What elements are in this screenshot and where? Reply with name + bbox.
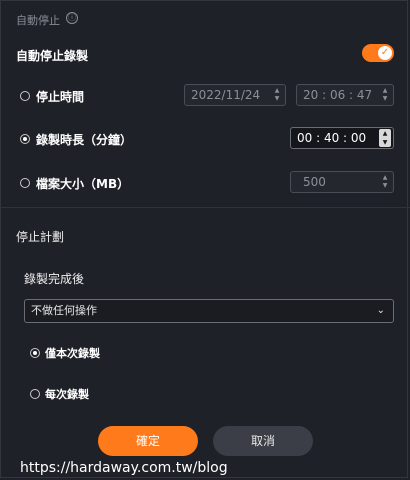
- schedule-title: 停止計劃: [16, 230, 65, 244]
- check-icon: ✓: [378, 46, 392, 60]
- ok-button[interactable]: 確定: [98, 426, 198, 456]
- stop-time-radio[interactable]: [20, 91, 30, 101]
- stop-date-value: 2022/11/24: [191, 88, 261, 102]
- cancel-button[interactable]: 取消: [213, 426, 313, 456]
- after-recording-label: 錄製完成後: [24, 272, 85, 286]
- duration-label: 錄製時長（分鐘）: [36, 133, 133, 147]
- once-radio[interactable]: [30, 348, 40, 358]
- stop-time-value: 20 : 06 : 47: [303, 88, 373, 102]
- stop-time-label: 停止時間: [36, 90, 85, 104]
- file-size-value: 500: [303, 175, 326, 189]
- section-divider: [0, 207, 410, 208]
- stop-date-stepper-icon[interactable]: ▲ ▼: [272, 87, 282, 103]
- stop-time-field[interactable]: 20 : 06 : 47 ▲ ▼: [296, 84, 394, 106]
- auto-stop-label: 自動停止錄製: [16, 49, 89, 63]
- after-recording-select[interactable]: 不做任何操作 ⌄: [24, 299, 394, 323]
- info-icon[interactable]: ⓘ: [66, 12, 78, 24]
- stepper-down-icon[interactable]: ▼: [379, 138, 391, 147]
- every-radio[interactable]: [30, 389, 40, 399]
- stop-time-stepper-icon[interactable]: ▲ ▼: [380, 87, 390, 103]
- duration-stepper[interactable]: ▲ ▼: [379, 129, 391, 147]
- after-recording-value: 不做任何操作: [31, 304, 97, 317]
- chevron-down-icon: ⌄: [376, 305, 385, 316]
- file-size-label: 檔案大小（MB）: [36, 177, 130, 191]
- auto-stop-toggle[interactable]: ✓: [362, 44, 394, 62]
- file-size-field[interactable]: 500 ▲ ▼: [290, 171, 394, 193]
- stop-date-field[interactable]: 2022/11/24 ▲ ▼: [184, 84, 286, 106]
- stepper-up-icon[interactable]: ▲: [379, 129, 391, 138]
- duration-field[interactable]: 00 : 40 : 00 ▲ ▼: [290, 127, 394, 149]
- duration-radio[interactable]: [20, 134, 30, 144]
- every-label: 每次錄製: [45, 388, 89, 401]
- once-label: 僅本次錄製: [45, 347, 100, 360]
- file-size-stepper-icon[interactable]: ▲ ▼: [380, 174, 390, 190]
- watermark-url: https://hardaway.com.tw/blog: [20, 460, 228, 476]
- file-size-radio[interactable]: [20, 178, 30, 188]
- duration-value: 00 : 40 : 00: [297, 131, 367, 145]
- dialog-title: 自動停止: [16, 14, 60, 27]
